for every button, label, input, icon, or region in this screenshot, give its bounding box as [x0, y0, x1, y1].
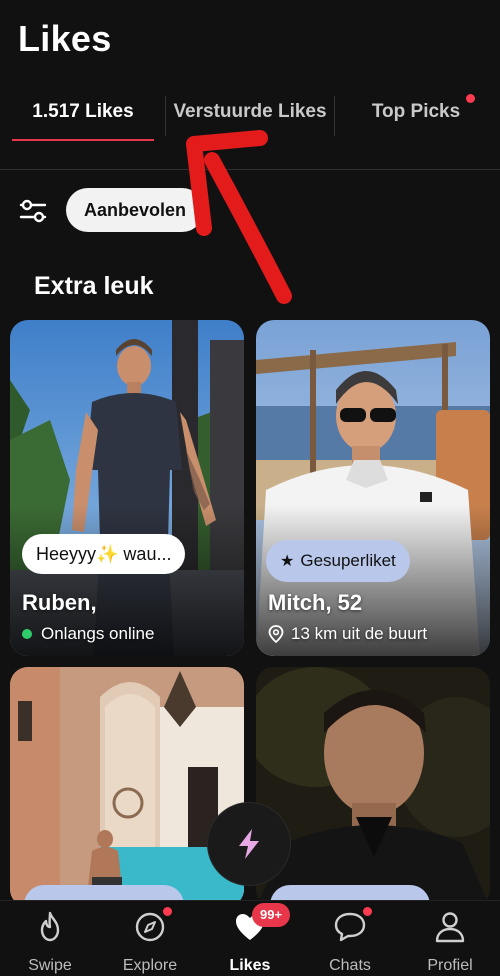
flame-icon: [40, 911, 60, 942]
boost-button[interactable]: [207, 802, 291, 886]
lightning-icon: [239, 829, 259, 859]
online-dot-icon: [22, 629, 32, 639]
sliders-icon[interactable]: [18, 196, 48, 226]
tab-sent-likes[interactable]: Verstuurde Likes: [170, 86, 330, 170]
section-title: Extra leuk: [34, 272, 154, 300]
profile-card[interactable]: [256, 667, 490, 907]
tab-divider: [334, 96, 335, 136]
distance-label: 13 km uit de buurt: [291, 624, 428, 643]
nav-label: Swipe: [28, 957, 72, 974]
nav-label: Likes: [229, 957, 271, 974]
profile-photo: [10, 667, 244, 907]
profile-card[interactable]: ★ Gesuperliket Mitch, 52 13 km uit de buu…: [256, 320, 490, 656]
page-title: Likes: [18, 18, 112, 59]
chat-icon: [334, 912, 366, 942]
likes-tabs: 1.517 Likes Verstuurde Likes Top Picks: [0, 86, 500, 170]
online-status: Onlangs online: [22, 624, 154, 644]
nav-label: Chats: [329, 957, 371, 974]
filter-row: Aanbevolen: [0, 186, 500, 236]
nav-label: Explore: [122, 957, 178, 974]
tab-divider: [165, 96, 166, 136]
top-picks-notification-dot: [466, 94, 475, 103]
likes-count-badge: 99+: [252, 903, 291, 927]
nav-explore[interactable]: Explore: [100, 901, 200, 976]
profile-name: Mitch, 52: [268, 590, 363, 615]
bottom-nav: Swipe Explore 99+ Likes Chats Profiel: [0, 900, 500, 976]
star-icon: ★: [280, 553, 295, 570]
profile-photo: [256, 667, 490, 907]
sort-chip-recommended[interactable]: Aanbevolen: [66, 188, 205, 232]
nav-swipe[interactable]: Swipe: [0, 901, 100, 976]
compass-icon: [135, 912, 165, 942]
message-preview: Heeyyy✨ wau...: [22, 534, 186, 574]
person-icon: [435, 912, 465, 943]
location-pin-icon: [268, 625, 284, 643]
profile-card[interactable]: [10, 667, 244, 907]
chats-notification-dot: [363, 907, 372, 916]
explore-notification-dot: [163, 907, 172, 916]
profile-card[interactable]: Heeyyy✨ wau... Ruben, Onlangs online: [10, 320, 244, 656]
active-tab-indicator: [12, 139, 154, 141]
nav-chats[interactable]: Chats: [300, 901, 400, 976]
tab-likes[interactable]: 1.517 Likes: [10, 86, 156, 170]
online-status-label: Onlangs online: [41, 624, 155, 643]
nav-likes[interactable]: 99+ Likes: [200, 901, 300, 976]
superliked-badge: ★ Gesuperliket: [266, 540, 410, 582]
superliked-label: Gesuperliket: [300, 551, 396, 570]
nav-profile[interactable]: Profiel: [400, 901, 500, 976]
distance-info: 13 km uit de buurt: [268, 624, 427, 644]
profile-name: Ruben,: [22, 590, 97, 615]
nav-label: Profiel: [427, 957, 473, 974]
